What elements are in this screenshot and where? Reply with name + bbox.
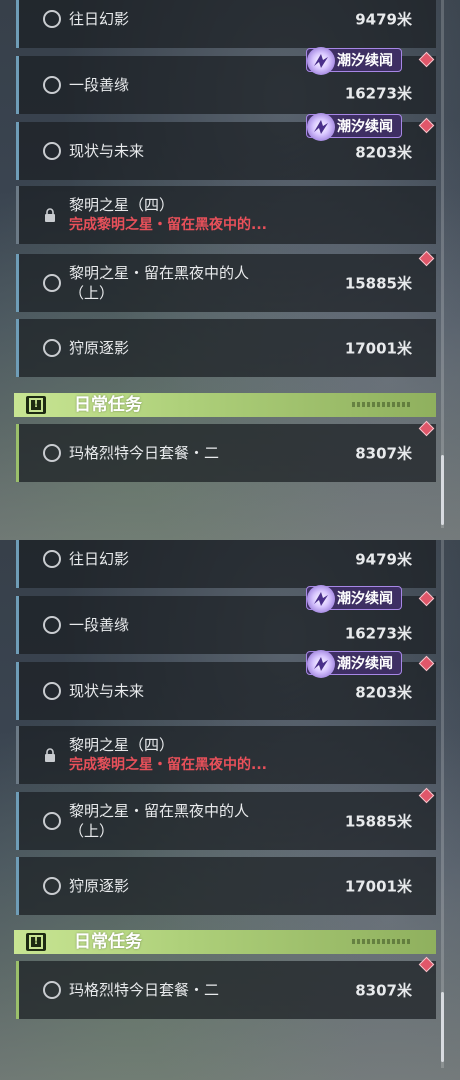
quest-row[interactable]: 狩原逐影 17001米 bbox=[16, 319, 436, 377]
circle-icon bbox=[43, 10, 61, 28]
circle-icon bbox=[43, 616, 61, 634]
tide-event-icon bbox=[307, 650, 335, 678]
circle-icon bbox=[43, 981, 61, 999]
lock-icon bbox=[45, 748, 55, 762]
header-decoration bbox=[352, 939, 412, 944]
circle-icon bbox=[43, 812, 61, 830]
tide-event-icon bbox=[307, 585, 335, 613]
quest-title: 狩原逐影 bbox=[69, 339, 130, 357]
event-badge: 潮汐续闻 bbox=[306, 585, 402, 613]
circle-icon bbox=[43, 550, 61, 568]
quest-title-block: 黎明之星（四） 完成黎明之星・留在黑夜中的... bbox=[69, 735, 329, 775]
header-decoration bbox=[352, 402, 412, 407]
lock-icon bbox=[45, 208, 55, 222]
tide-event-icon bbox=[307, 113, 335, 141]
circle-icon bbox=[43, 682, 61, 700]
quest-distance: 15885米 bbox=[344, 812, 412, 831]
quest-distance: 16273米 bbox=[344, 624, 412, 643]
quest-distance: 8203米 bbox=[355, 143, 412, 162]
quest-row[interactable]: 黎明之星・留在黑夜中的人（上） 15885米 bbox=[16, 792, 436, 850]
event-badge-label: 潮汐续闻 bbox=[337, 119, 393, 135]
quest-title: 玛格烈特今日套餐・二 bbox=[69, 444, 220, 462]
event-badge-label: 潮汐续闻 bbox=[337, 591, 393, 607]
exclamation-icon: ! bbox=[26, 396, 46, 414]
circle-icon bbox=[43, 444, 61, 462]
event-badge-label: 潮汐续闻 bbox=[337, 656, 393, 672]
daily-header-title: 日常任务 bbox=[74, 395, 142, 415]
quest-row[interactable]: 黎明之星・留在黑夜中的人（上） 15885米 bbox=[16, 254, 436, 312]
quest-title: 黎明之星・留在黑夜中的人（上） bbox=[69, 264, 250, 302]
quest-row[interactable]: 狩原逐影 17001米 bbox=[16, 857, 436, 915]
quest-title: 黎明之星（四） bbox=[69, 196, 175, 214]
quest-title: 往日幻影 bbox=[69, 550, 130, 568]
circle-icon bbox=[43, 339, 61, 357]
quest-distance: 9479米 bbox=[355, 10, 412, 29]
circle-icon bbox=[43, 142, 61, 160]
event-badge: 潮汐续闻 bbox=[306, 47, 402, 75]
quest-list-panel: 往日幻影 9479米 一段善缘 16273米 潮汐续闻 现状与未来 8203米 … bbox=[0, 540, 460, 1080]
quest-row[interactable]: 往日幻影 9479米 bbox=[16, 540, 436, 588]
quest-title: 黎明之星（四） bbox=[69, 736, 175, 754]
quest-row[interactable]: 玛格烈特今日套餐・二 8307米 bbox=[16, 961, 436, 1019]
quest-distance: 17001米 bbox=[344, 877, 412, 896]
scrollbar-track[interactable] bbox=[441, 540, 444, 1068]
quest-distance: 9479米 bbox=[355, 550, 412, 569]
quest-title: 一段善缘 bbox=[69, 76, 130, 94]
event-badge-label: 潮汐续闻 bbox=[337, 53, 393, 69]
quest-title: 狩原逐影 bbox=[69, 877, 130, 895]
quest-title: 黎明之星・留在黑夜中的人（上） bbox=[69, 802, 250, 840]
quest-title: 一段善缘 bbox=[69, 616, 130, 634]
quest-distance: 8203米 bbox=[355, 683, 412, 702]
circle-icon bbox=[43, 877, 61, 895]
event-badge: 潮汐续闻 bbox=[306, 650, 402, 678]
daily-header-title: 日常任务 bbox=[74, 932, 142, 952]
quest-title: 现状与未来 bbox=[69, 142, 145, 160]
scrollbar-thumb[interactable] bbox=[441, 455, 444, 525]
circle-icon bbox=[43, 76, 61, 94]
quest-requirement: 完成黎明之星・留在黑夜中的... bbox=[69, 217, 267, 233]
quest-title: 往日幻影 bbox=[69, 10, 130, 28]
quest-distance: 16273米 bbox=[344, 84, 412, 103]
tide-event-icon bbox=[307, 47, 335, 75]
quest-row-locked[interactable]: 黎明之星（四） 完成黎明之星・留在黑夜中的... bbox=[16, 726, 436, 784]
quest-row-locked[interactable]: 黎明之星（四） 完成黎明之星・留在黑夜中的... bbox=[16, 186, 436, 244]
quest-row[interactable]: 往日幻影 9479米 bbox=[16, 0, 436, 48]
event-badge: 潮汐续闻 bbox=[306, 113, 402, 141]
quest-requirement: 完成黎明之星・留在黑夜中的... bbox=[69, 757, 267, 773]
exclamation-icon: ! bbox=[26, 933, 46, 951]
scrollbar-thumb[interactable] bbox=[441, 992, 444, 1062]
quest-title: 现状与未来 bbox=[69, 682, 145, 700]
quest-distance: 17001米 bbox=[344, 339, 412, 358]
quest-list-panel: 往日幻影 9479米 一段善缘 16273米 潮汐续闻 现状与未来 8203米 … bbox=[0, 0, 460, 540]
quest-row[interactable]: 玛格烈特今日套餐・二 8307米 bbox=[16, 424, 436, 482]
quest-distance: 15885米 bbox=[344, 274, 412, 293]
daily-quest-header[interactable]: ! 日常任务 bbox=[14, 393, 436, 417]
daily-quest-header[interactable]: ! 日常任务 bbox=[14, 930, 436, 954]
scrollbar-track[interactable] bbox=[441, 0, 444, 528]
quest-distance: 8307米 bbox=[355, 444, 412, 463]
quest-title-block: 黎明之星（四） 完成黎明之星・留在黑夜中的... bbox=[69, 195, 329, 235]
circle-icon bbox=[43, 274, 61, 292]
quest-distance: 8307米 bbox=[355, 981, 412, 1000]
quest-title: 玛格烈特今日套餐・二 bbox=[69, 981, 220, 999]
